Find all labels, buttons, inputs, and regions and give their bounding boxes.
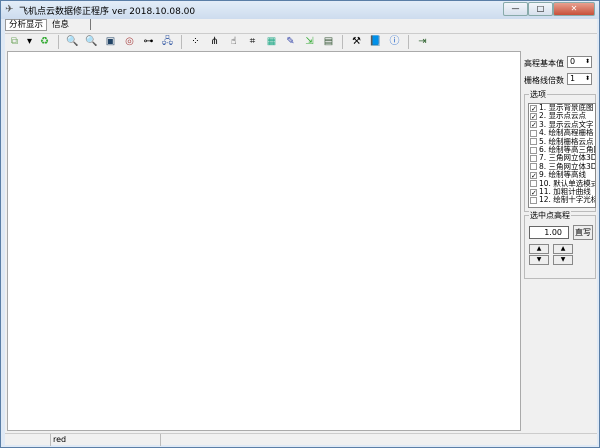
down-button-left[interactable]: ▼ (529, 255, 549, 265)
points-icon[interactable]: ⁘ (188, 35, 204, 49)
window-title: 飞机点云数据修正程序 ver 2018.10.08.00 (19, 7, 196, 17)
right-panel: 高程基本值 0 ⬍ 栅格线倍数 1 ⬍ 选项 ✓ 1. 显示背景底图 ✓ 2. 显示点云点… (523, 51, 597, 431)
down-button-right[interactable]: ▼ (553, 255, 573, 265)
drawing-canvas[interactable] (7, 51, 521, 431)
option-checkbox[interactable]: ✓ (530, 121, 537, 129)
dropdown-icon[interactable]: ▾ (26, 35, 34, 49)
option-label: 12. 绘制十字光标 (539, 195, 596, 205)
rotate-icon[interactable]: ◎ (122, 35, 138, 49)
option-checkbox[interactable]: ✓ (530, 188, 537, 196)
grid-points-icon[interactable]: ⌗ (245, 35, 261, 49)
write-button[interactable]: 直写 (573, 225, 593, 240)
app-icon: ✈ (5, 4, 14, 15)
main-window: ✈ 飞机点云数据修正程序 ver 2018.10.08.00 — □ ✕ 分析显… (0, 0, 600, 448)
tools-icon[interactable]: ⚒ (349, 35, 365, 49)
selected-point-title: 选中点高程 (529, 210, 571, 221)
screen-icon[interactable]: ▦ (264, 35, 280, 49)
tab-divider (90, 19, 92, 30)
maximize-button[interactable]: □ (528, 2, 553, 16)
info-icon[interactable]: ⓘ (387, 35, 403, 49)
status-bar: red (5, 433, 597, 446)
option-item[interactable]: 12. 绘制十字光标 (529, 195, 596, 205)
option-checkbox[interactable]: ✓ (530, 104, 537, 112)
option-checkbox[interactable] (530, 146, 537, 154)
selected-elevation-input[interactable]: 1.00 (529, 226, 569, 239)
selected-point-group: 选中点高程 1.00 直写 ▲ ▲ ▼ ▼ (524, 210, 596, 279)
option-checkbox[interactable]: ✓ (530, 171, 537, 179)
option-checkbox[interactable] (530, 196, 537, 204)
option-checkbox[interactable] (530, 155, 537, 163)
option-checkbox[interactable] (530, 163, 537, 171)
tree-icon[interactable]: ⋔ (207, 35, 223, 49)
title-bar: ✈ 飞机点云数据修正程序 ver 2018.10.08.00 — □ ✕ (1, 1, 599, 19)
book-icon[interactable]: 📘 (368, 35, 384, 49)
exit-icon[interactable]: ⇥ (415, 35, 431, 49)
recycle-icon[interactable]: ♻ (37, 35, 53, 49)
option-checkbox[interactable] (530, 180, 537, 188)
copy-icon[interactable]: ⧉ (7, 35, 23, 49)
status-cell-3 (161, 434, 597, 446)
zoom-out-icon[interactable]: 🔍 (84, 35, 100, 49)
option-checkbox[interactable] (530, 129, 537, 137)
status-cell-1 (5, 434, 51, 446)
zoom-in-icon[interactable]: 🔍 (65, 35, 81, 49)
tab-analysis-display[interactable]: 分析显示 (5, 19, 48, 31)
up-button-left[interactable]: ▲ (529, 244, 549, 254)
calculator-icon[interactable]: ▤ (321, 35, 337, 49)
fit-view-icon[interactable]: ▣ (103, 35, 119, 49)
network-icon[interactable]: 🖧 (160, 35, 176, 49)
toolbar: ⧉ ▾ ♻ 🔍 🔍 ▣ ◎ ⊶ 🖧 ⁘ ⋔ ☝ ⌗ ▦ ✎ ⇲ ▤ ⚒ 📘 ⓘ … (5, 33, 597, 50)
export-icon[interactable]: ⇲ (302, 35, 318, 49)
grid-mult-spinner[interactable]: 1 ⬍ (567, 73, 592, 85)
option-checkbox[interactable] (530, 138, 537, 146)
options-list: ✓ 1. 显示背景底图 ✓ 2. 显示点云点 ✓ 3. 显示云点文字 4. 绘制高程栅格 5.… (528, 103, 596, 208)
minimize-button[interactable]: — (503, 2, 528, 16)
status-cell-color: red (51, 434, 161, 446)
tab-info[interactable]: 信息 (48, 19, 73, 31)
key-icon[interactable]: ⊶ (141, 35, 157, 49)
edit-icon[interactable]: ✎ (283, 35, 299, 49)
option-checkbox[interactable]: ✓ (530, 113, 537, 121)
close-button[interactable]: ✕ (553, 2, 595, 16)
options-group: 选项 ✓ 1. 显示背景底图 ✓ 2. 显示点云点 ✓ 3. 显示云点文字 4. 绘制高程栅… (524, 89, 596, 212)
hand-icon[interactable]: ☝ (226, 35, 242, 49)
elev-base-label: 高程基本值 (524, 59, 564, 68)
up-button-right[interactable]: ▲ (553, 244, 573, 254)
grid-mult-label: 栅格线倍数 (524, 76, 564, 85)
options-title: 选项 (529, 89, 547, 100)
elev-base-spinner[interactable]: 0 ⬍ (567, 56, 592, 68)
